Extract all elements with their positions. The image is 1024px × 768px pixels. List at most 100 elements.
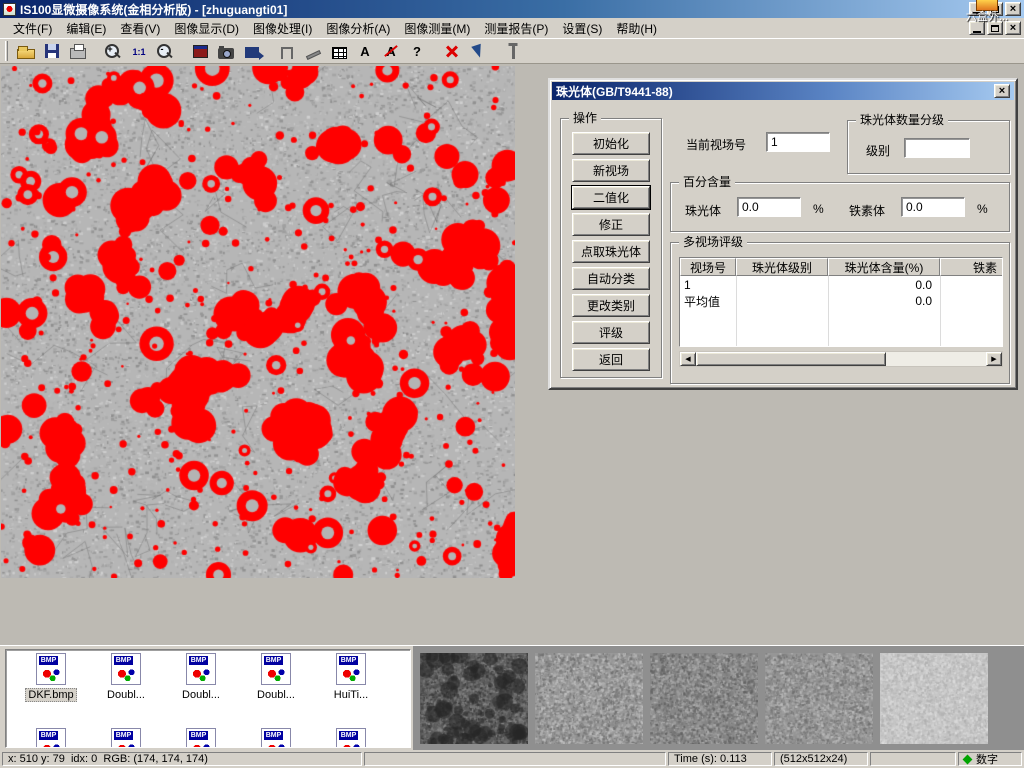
desktop-shortcut[interactable]: 六盒外... [952, 0, 1022, 23]
multi-field-table: 视场号 珠光体级别 珠光体含量(%) 铁素 1 0.0 [679, 257, 1003, 347]
image-window-button[interactable] [187, 39, 213, 63]
file-item[interactable]: BMP HuiTi... [314, 653, 388, 703]
grade-button[interactable]: 评级 [572, 321, 650, 344]
file-name: Doubl... [255, 689, 297, 701]
menu-view[interactable]: 查看(V) [113, 18, 167, 39]
bmp-label: BMP [114, 731, 133, 740]
menu-edit[interactable]: 编辑(E) [59, 18, 113, 39]
pick-pearlite-button[interactable]: 点取珠光体 [572, 240, 650, 263]
thumbnail-1[interactable] [420, 653, 528, 744]
binarize-button[interactable]: 二值化 [572, 186, 650, 209]
file-item[interactable]: BMP Doubl... [239, 653, 313, 703]
file-list[interactable]: BMP DKF.bmp BMP Doubl... BMP Doubl... BM… [5, 649, 411, 748]
pearlite-percent-input[interactable] [737, 197, 801, 217]
camera-button[interactable] [213, 39, 239, 63]
operations-group-label: 操作 [569, 111, 601, 126]
mdi-close-button[interactable]: × [1005, 21, 1021, 35]
mdi-minimize-button[interactable] [969, 21, 985, 35]
save-button[interactable] [39, 39, 65, 63]
current-field-input[interactable] [766, 132, 830, 152]
change-class-button[interactable]: 更改类别 [572, 294, 650, 317]
correct-button[interactable]: 修正 [572, 213, 650, 236]
initialize-button[interactable]: 初始化 [572, 132, 650, 155]
micrograph[interactable] [1, 66, 515, 578]
menu-image-analysis[interactable]: 图像分析(A) [319, 18, 397, 39]
micrometer-icon [305, 50, 320, 60]
file-item[interactable]: BMP Doubl... [164, 653, 238, 703]
bmp-file-icon: BMP [186, 653, 216, 685]
menu-bar: 文件(F) 编辑(E) 查看(V) 图像显示(D) 图像处理(I) 图像分析(A… [0, 18, 1024, 38]
level-label: 级别 [866, 142, 890, 159]
bmp-file-icon: BMP [261, 728, 291, 748]
mdi-restore-button[interactable] [987, 21, 1003, 35]
ferrite-percent-input[interactable] [901, 197, 965, 217]
pointer-button[interactable] [465, 39, 491, 63]
thumbnail-3[interactable] [650, 653, 758, 744]
thumbnail-4[interactable] [765, 653, 873, 744]
file-item[interactable]: BMP [89, 728, 163, 748]
menu-settings[interactable]: 设置(S) [555, 18, 609, 39]
zoom-in-button[interactable]: + [100, 39, 126, 63]
annotate-off-button[interactable]: A [378, 39, 404, 63]
file-item[interactable]: BMP DKF.bmp [14, 653, 88, 703]
caliper-icon [281, 47, 293, 59]
col-ferrite-header[interactable]: 铁素 [940, 258, 1003, 276]
table-header: 视场号 珠光体级别 珠光体含量(%) 铁素 [680, 258, 1002, 276]
delete-button[interactable] [439, 39, 465, 63]
probe-button[interactable] [500, 39, 526, 63]
print-button[interactable] [65, 39, 91, 63]
micrometer-button[interactable] [300, 39, 326, 63]
coordinates-text: x: 510 y: 79 idx: 0 RGB: (174, 174, 174) [8, 753, 208, 765]
grid-button[interactable] [326, 39, 352, 63]
caliper-button[interactable] [274, 39, 300, 63]
red-x-icon [443, 43, 461, 60]
thumbnail-2[interactable] [535, 653, 643, 744]
mode-text: 数字 [976, 752, 998, 766]
thumbnail-5[interactable] [880, 653, 988, 744]
col-content-header[interactable]: 珠光体含量(%) [828, 258, 940, 276]
pearlite-dialog: 珠光体(GB/T9441-88) × 操作 初始化 新视场 二值化 修正 点取珠… [548, 78, 1018, 390]
question-mark: ? [413, 44, 421, 59]
ferrite-label: 铁素体 [849, 202, 885, 219]
file-item[interactable]: BMP [239, 728, 313, 748]
help-button[interactable]: ? [404, 39, 430, 63]
actual-size-button[interactable]: 1:1 [126, 39, 152, 63]
col-field-header[interactable]: 视场号 [680, 258, 736, 276]
menu-image-measure[interactable]: 图像测量(M) [397, 18, 477, 39]
dialog-close-button[interactable]: × [994, 84, 1010, 98]
level-input[interactable] [904, 138, 970, 158]
table-row[interactable]: 1 0.0 [680, 277, 1003, 293]
video-button[interactable] [239, 39, 265, 63]
zoom-out-button[interactable]: - [152, 39, 178, 63]
current-field-label: 当前视场号 [686, 136, 746, 153]
bmp-label: BMP [114, 656, 133, 665]
auto-classify-button[interactable]: 自动分类 [572, 267, 650, 290]
return-button[interactable]: 返回 [572, 348, 650, 371]
col-grade-header[interactable]: 珠光体级别 [736, 258, 828, 276]
menu-image-process[interactable]: 图像处理(I) [246, 18, 319, 39]
toolbar-grip[interactable] [5, 41, 8, 61]
folder-open-icon [17, 49, 35, 59]
table-horizontal-scrollbar[interactable]: ◀ ▶ [679, 351, 1003, 367]
dialog-title-bar[interactable]: 珠光体(GB/T9441-88) × [552, 82, 1014, 100]
scroll-left-button[interactable]: ◀ [680, 352, 696, 366]
file-item[interactable]: BMP [314, 728, 388, 748]
new-field-button[interactable]: 新视场 [572, 159, 650, 182]
table-row[interactable]: 平均值 0.0 [680, 293, 1003, 309]
bmp-label: BMP [189, 656, 208, 665]
menu-help[interactable]: 帮助(H) [609, 18, 664, 39]
file-item[interactable]: BMP [164, 728, 238, 748]
scrollbar-thumb[interactable] [696, 352, 886, 366]
camera-icon [218, 48, 234, 59]
open-button[interactable] [13, 39, 39, 63]
file-item[interactable]: BMP [14, 728, 88, 748]
scroll-right-button[interactable]: ▶ [986, 352, 1002, 366]
menu-image-display[interactable]: 图像显示(D) [167, 18, 246, 39]
file-item[interactable]: BMP Doubl... [89, 653, 163, 703]
bmp-file-icon: BMP [261, 653, 291, 685]
close-icon: × [999, 86, 1005, 97]
menu-measure-report[interactable]: 测量报告(P) [477, 18, 555, 39]
menu-file[interactable]: 文件(F) [6, 18, 59, 39]
image-window-icon [193, 45, 208, 58]
annotate-button[interactable]: A [352, 39, 378, 63]
